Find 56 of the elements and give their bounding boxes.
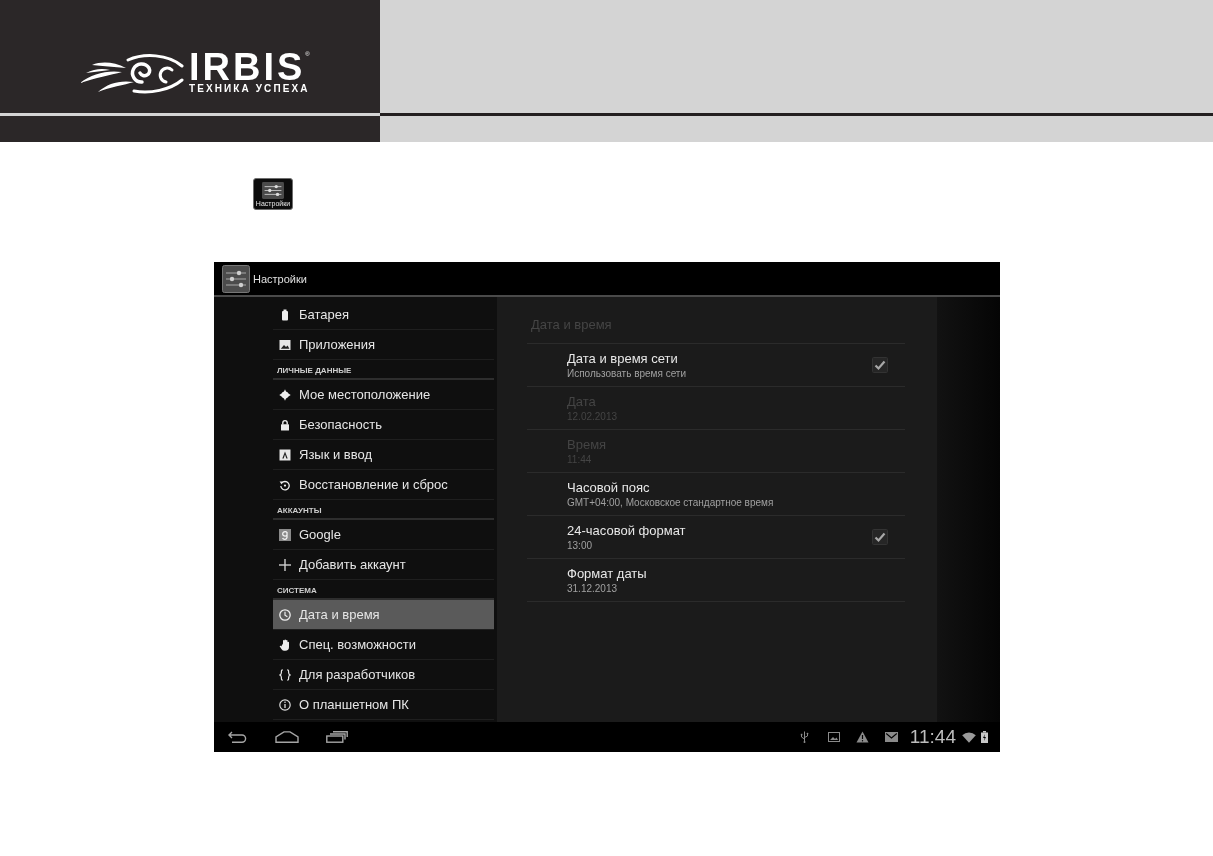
checkbox[interactable] [872, 529, 888, 545]
plus-icon [279, 558, 291, 571]
sidebar-item[interactable]: Безопасность [273, 410, 494, 440]
sidebar-item[interactable]: Батарея [273, 300, 494, 330]
preference-row[interactable]: Часовой пояс GMT+04:00, Московское стандартное время [527, 473, 905, 516]
preference-title: 24-часовой формат [567, 522, 686, 539]
preference-row[interactable]: 24-часовой формат 13:00 [527, 516, 905, 559]
brand-tagline: ТЕХНИКА УСПЕХА [189, 84, 310, 94]
sidebar-item[interactable]: Язык и ввод [273, 440, 494, 470]
preference-row[interactable]: Формат даты 31.12.2013 [527, 559, 905, 602]
preference-summary: 31.12.2013 [567, 582, 619, 595]
sidebar-item[interactable]: О планшетном ПК [273, 690, 494, 720]
preference-title: Формат даты [567, 565, 647, 582]
picture-icon [827, 732, 840, 742]
sidebar-item[interactable]: Мое местоположение [273, 380, 494, 410]
checkbox[interactable] [872, 357, 888, 373]
sliders-icon [262, 182, 284, 199]
keyboard-icon [279, 448, 291, 461]
back-icon[interactable] [228, 731, 248, 743]
lock-icon [279, 418, 291, 431]
battery-icon [279, 308, 291, 321]
sidebar-item[interactable]: Google [273, 520, 494, 550]
wifi-icon [962, 731, 976, 743]
action-bar-title: Настройки [253, 272, 307, 285]
mail-icon [884, 732, 898, 742]
battery-icon [981, 731, 988, 743]
sidebar-item[interactable]: Восстановление и сброс [273, 470, 494, 500]
preference-row[interactable]: Дата и время сети Использовать время сети [527, 344, 905, 387]
recent-apps-icon[interactable] [326, 731, 348, 743]
clock-icon [279, 608, 291, 621]
section-header: АККАУНТЫ [273, 500, 494, 520]
tribal-swirl-icon [80, 52, 184, 94]
sidebar-item[interactable]: Для разработчиков [273, 660, 494, 690]
g-tile-icon [279, 528, 291, 541]
warning-icon [855, 731, 869, 743]
brand-wordmark: IRBIS [189, 52, 306, 82]
location-icon [279, 388, 291, 401]
sliders-icon[interactable] [222, 264, 250, 293]
sidebar-item[interactable]: Спец. возможности [273, 630, 494, 660]
sidebar-item[interactable]: Дата и время [273, 600, 494, 630]
status-time: 11:44 [909, 726, 956, 748]
circular-arrow-icon [279, 478, 291, 491]
usb-icon [799, 731, 809, 743]
sidebar-item[interactable]: Приложения [273, 330, 494, 360]
home-icon[interactable] [275, 731, 299, 743]
hand-icon [279, 638, 291, 651]
braces-icon [279, 668, 291, 681]
picture-icon [279, 338, 291, 351]
preference-summary: GMT+04:00, Московское стандартное время [567, 496, 774, 509]
section-header: ЛИЧНЫЕ ДАННЫЕ [273, 360, 494, 380]
preference-summary: 13:00 [567, 539, 594, 552]
sidebar-item[interactable]: Добавить аккаунт [273, 550, 494, 580]
info-icon [279, 698, 291, 711]
preference-summary: Использовать время сети [567, 367, 687, 380]
preference-title: Дата и время сети [567, 350, 679, 367]
preference-title: Часовой пояс [567, 479, 651, 496]
